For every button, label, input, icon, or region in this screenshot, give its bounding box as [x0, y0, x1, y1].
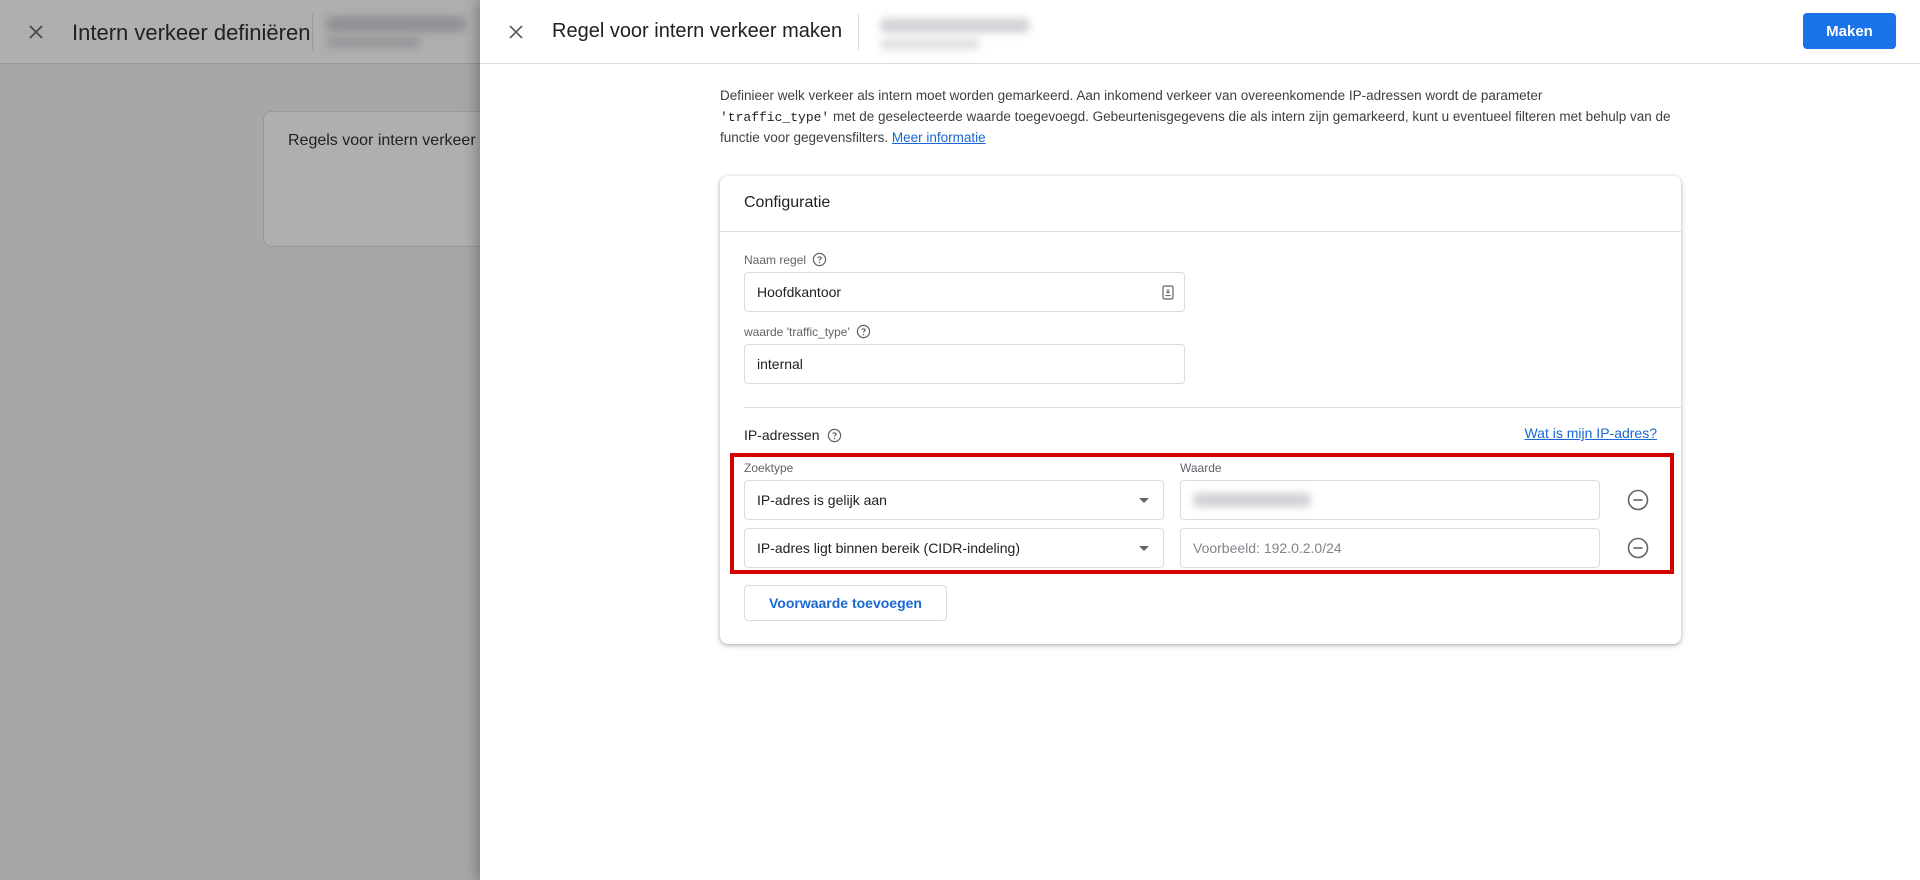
section-divider [744, 407, 1681, 408]
redacted-account-name [880, 18, 1030, 33]
description-text: Definieer welk verkeer als intern moet w… [720, 86, 1700, 149]
help-icon[interactable] [812, 252, 827, 267]
match-type-column-label: Zoektype [744, 461, 794, 475]
remove-circle-icon [1627, 489, 1649, 511]
close-icon [509, 25, 523, 39]
match-type-select[interactable]: IP-adres ligt binnen bereik (CIDR-indeli… [744, 528, 1164, 568]
drawer-title: Regel voor intern verkeer maken [552, 20, 843, 42]
help-icon[interactable] [856, 324, 871, 339]
traffic-type-code: 'traffic_type' [720, 109, 830, 125]
match-type-select-value: IP-adres ligt binnen bereik (CIDR-indeli… [757, 540, 1021, 556]
what-is-my-ip-link[interactable]: Wat is mijn IP-adres? [1524, 425, 1657, 441]
traffic-type-label-text: waarde 'traffic_type' [744, 324, 850, 339]
description-part-1: Definieer welk verkeer als intern moet w… [720, 88, 1543, 103]
ip-section-title: IP-adressen [744, 427, 842, 443]
value-column-label: Waarde [1180, 461, 1222, 475]
remove-circle-icon [1627, 537, 1649, 559]
configuration-card: Configuratie Naam regel waarde 'traffic_… [720, 176, 1681, 644]
dropdown-arrow-icon [1139, 546, 1149, 551]
card-title: Configuratie [744, 194, 831, 211]
create-button[interactable]: Maken [1803, 13, 1896, 49]
card-divider [720, 231, 1681, 232]
add-condition-button[interactable]: Voorwaarde toevoegen [744, 585, 947, 621]
traffic-type-input[interactable] [744, 344, 1185, 384]
description-part-2: met de geselecteerde waarde toegevoegd. … [720, 108, 1671, 146]
rule-name-label-text: Naam regel [744, 252, 807, 267]
learn-more-link[interactable]: Meer informatie [892, 130, 986, 145]
dropdown-arrow-icon [1139, 498, 1149, 503]
create-rule-drawer: Regel voor intern verkeer maken Maken De… [480, 0, 1920, 880]
help-icon[interactable] [827, 428, 842, 443]
remove-condition-button[interactable] [1626, 488, 1650, 512]
drawer-close-button[interactable] [500, 16, 532, 48]
autofill-icon[interactable] [1160, 284, 1176, 300]
remove-condition-button[interactable] [1626, 536, 1650, 560]
drawer-header: Regel voor intern verkeer maken Maken [480, 0, 1920, 64]
rule-name-input[interactable] [744, 272, 1185, 312]
traffic-type-label: waarde 'traffic_type' [744, 324, 871, 339]
ip-value-input[interactable] [1180, 528, 1600, 568]
match-type-select[interactable]: IP-adres is gelijk aan [744, 480, 1164, 520]
redacted-account-id [880, 38, 980, 50]
header-divider [858, 14, 859, 50]
match-type-select-value: IP-adres is gelijk aan [757, 492, 887, 508]
ip-section-title-text: IP-adressen [744, 427, 820, 443]
rule-name-label: Naam regel [744, 252, 827, 267]
redacted-ip-value [1193, 493, 1311, 507]
